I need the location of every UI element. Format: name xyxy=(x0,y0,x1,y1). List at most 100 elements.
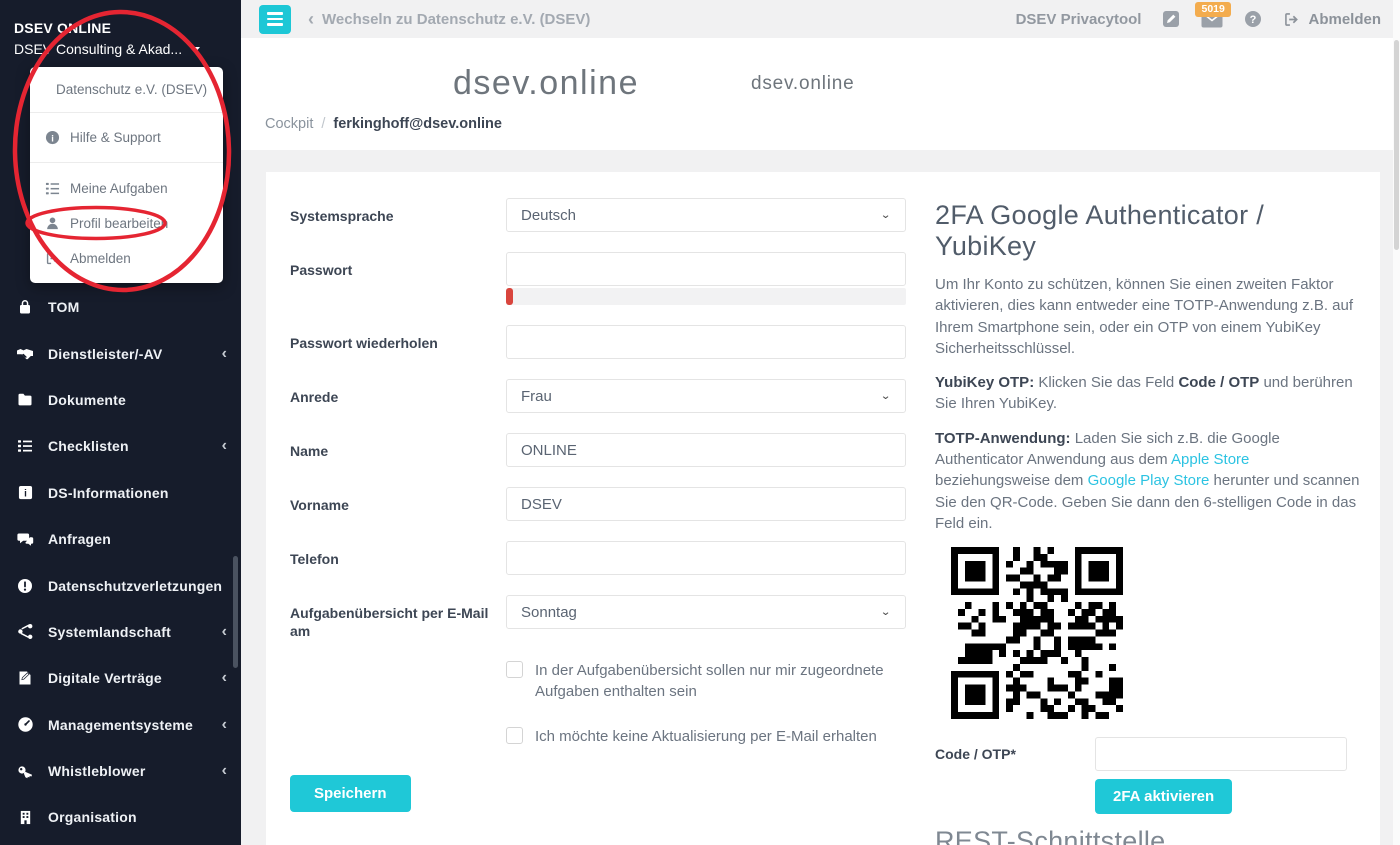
otp-input[interactable] xyxy=(1095,737,1347,771)
dropdown-item-hilfe-support[interactable]: i Hilfe & Support xyxy=(30,113,223,163)
otp-label: Code / OTP* xyxy=(935,746,1095,762)
sidebar-item-organisation[interactable]: Organisation xyxy=(0,794,241,840)
twofa-totp-paragraph: TOTP-Anwendung: Laden Sie sich z.B. die … xyxy=(935,428,1365,534)
hamburger-menu-button[interactable] xyxy=(259,5,291,34)
org-title: DSEV ONLINE xyxy=(14,20,227,36)
twofa-title: 2FA Google Authenticator / YubiKey xyxy=(935,200,1365,262)
profile-form: Systemsprache Deutsch ⌄ Passwort xyxy=(290,198,912,812)
sidebar-scrollbar-thumb[interactable] xyxy=(233,556,238,668)
checkbox-keine-aktualisierung[interactable] xyxy=(506,727,523,744)
edit-pencil-icon[interactable] xyxy=(1162,10,1180,28)
sidebar-item-dienstleister-av[interactable]: Dienstleister/-AV ‹ xyxy=(0,330,241,376)
aufgabenuebersicht-value: Sonntag xyxy=(521,604,577,621)
notification-badge: 5019 xyxy=(1195,2,1230,18)
save-button[interactable]: Speichern xyxy=(290,775,411,812)
logout-button[interactable]: Abmelden xyxy=(1283,11,1381,28)
sidebar-item-label: Dienstleister/-AV xyxy=(48,346,208,362)
svg-text:i: i xyxy=(24,489,27,500)
sidebar: DSEV ONLINE DSEV Consulting & Akad... Da… xyxy=(0,0,241,845)
vorname-input[interactable] xyxy=(506,487,906,521)
sidebar-item-digitale-vertraege[interactable]: Digitale Verträge ‹ xyxy=(0,655,241,701)
dropdown-item-meine-aufgaben[interactable]: Meine Aufgaben xyxy=(30,171,223,206)
chevron-down-icon: ⌄ xyxy=(880,209,891,222)
logout-label: Abmelden xyxy=(1308,11,1381,28)
systemsprache-select[interactable]: Deutsch ⌄ xyxy=(506,198,906,232)
profile-card: Systemsprache Deutsch ⌄ Passwort xyxy=(266,172,1380,845)
sidebar-item-tom[interactable]: TOM xyxy=(0,284,241,330)
logout-icon xyxy=(44,251,60,267)
checkbox-label: Ich möchte keine Aktualisierung per E-Ma… xyxy=(535,726,877,747)
checkbox-label: In der Aufgabenübersicht sollen nur mir … xyxy=(535,660,906,702)
breadcrumb-cockpit[interactable]: Cockpit xyxy=(265,116,313,132)
dropdown-item-profil-bearbeiten[interactable]: Profil bearbeiten xyxy=(30,206,223,241)
sidebar-item-label: TOM xyxy=(48,299,227,315)
systemsprache-value: Deutsch xyxy=(521,207,576,224)
sidebar-item-label: Anfragen xyxy=(48,531,227,547)
aufgabenuebersicht-select[interactable]: Sonntag ⌄ xyxy=(506,595,906,629)
task-list-icon xyxy=(44,181,60,197)
sidebar-item-managementsysteme[interactable]: Managementsysteme ‹ xyxy=(0,702,241,748)
sidebar-item-dokumente[interactable]: Dokumente xyxy=(0,377,241,423)
field-label-aufgabenuebersicht: Aufgabenübersicht per E-Mail am xyxy=(290,595,506,640)
org-subtitle: DSEV Consulting & Akad... xyxy=(14,41,182,57)
google-play-store-link[interactable]: Google Play Store xyxy=(1088,472,1210,489)
sidebar-item-checklisten[interactable]: Checklisten ‹ xyxy=(0,423,241,469)
dropdown-item-label: Abmelden xyxy=(70,251,131,266)
chevron-down-icon xyxy=(190,47,200,53)
sidebar-item-ds-informationen[interactable]: i DS-Informationen xyxy=(0,470,241,516)
content-area: Systemsprache Deutsch ⌄ Passwort xyxy=(241,150,1400,845)
dropdown-item-label: Meine Aufgaben xyxy=(70,181,168,196)
dropdown-item-datenschutz[interactable]: Datenschutz e.V. (DSEV) xyxy=(30,67,223,113)
dropdown-item-label: Hilfe & Support xyxy=(70,130,161,145)
sidebar-item-label: Organisation xyxy=(48,809,227,825)
password-strength-fill xyxy=(506,288,513,305)
gauge-icon xyxy=(16,716,34,734)
name-input[interactable] xyxy=(506,433,906,467)
topbar: ‹ Wechseln zu Datenschutz e.V. (DSEV) DS… xyxy=(241,0,1393,38)
folder-icon xyxy=(16,391,34,409)
help-question-icon[interactable]: ? xyxy=(1244,10,1262,28)
handshake-icon xyxy=(16,345,34,363)
field-label-systemsprache: Systemsprache xyxy=(290,198,506,225)
page-scrollbar-thumb[interactable] xyxy=(1394,40,1399,250)
sidebar-item-label: Systemlandschaft xyxy=(48,624,208,640)
chevron-down-icon: ⌄ xyxy=(880,390,891,403)
checkbox-nur-mir-zugeordnete[interactable] xyxy=(506,661,523,678)
alert-circle-icon xyxy=(16,577,34,595)
contract-pen-icon xyxy=(16,669,34,687)
field-label-passwort: Passwort xyxy=(290,252,506,279)
passwort-input[interactable] xyxy=(506,252,906,286)
dropdown-item-abmelden[interactable]: Abmelden xyxy=(30,241,223,276)
apple-store-link[interactable]: Apple Store xyxy=(1171,451,1249,468)
building-icon xyxy=(16,808,34,826)
dsev-logo-large: dsev.online xyxy=(453,64,639,103)
field-label-anrede: Anrede xyxy=(290,379,506,406)
messages-envelope-icon[interactable]: 5019 xyxy=(1201,11,1223,28)
logo-band: dsev.online dsev.online Cockpit / ferkin… xyxy=(241,38,1400,150)
sidebar-item-whistleblower[interactable]: Whistleblower ‹ xyxy=(0,748,241,794)
dropdown-item-label: Datenschutz e.V. (DSEV) xyxy=(56,82,207,97)
sidebar-item-label: Whistleblower xyxy=(48,763,208,779)
network-icon xyxy=(16,623,34,641)
activate-2fa-button[interactable]: 2FA aktivieren xyxy=(1095,779,1232,814)
key-icon xyxy=(16,762,34,780)
page-scrollbar[interactable] xyxy=(1393,0,1400,845)
sidebar-item-datenschutzverletzungen[interactable]: Datenschutzverletzungen xyxy=(0,562,241,608)
org-switcher[interactable]: DSEV ONLINE DSEV Consulting & Akad... xyxy=(0,0,241,57)
telefon-input[interactable] xyxy=(506,541,906,575)
field-label-vorname: Vorname xyxy=(290,487,506,514)
sidebar-item-label: Datenschutzverletzungen xyxy=(48,578,227,594)
svg-text:?: ? xyxy=(1250,14,1257,26)
sidebar-item-systemlandschaft[interactable]: Systemlandschaft ‹ xyxy=(0,609,241,655)
sidebar-item-label: DS-Informationen xyxy=(48,485,227,501)
sidebar-item-anfragen[interactable]: Anfragen xyxy=(0,516,241,562)
passwort-wiederholen-input[interactable] xyxy=(506,325,906,359)
switch-org-link[interactable]: ‹ Wechseln zu Datenschutz e.V. (DSEV) xyxy=(308,10,590,28)
breadcrumb-current-user: ferkinghoff@dsev.online xyxy=(333,116,502,132)
sidebar-item-label: Digitale Verträge xyxy=(48,670,208,686)
twofa-intro: Um Ihr Konto zu schützen, können Sie ein… xyxy=(935,274,1365,359)
qr-code xyxy=(951,547,1123,719)
chevron-left-icon: ‹ xyxy=(222,624,227,640)
dsev-logo-small: dsev.online xyxy=(751,73,855,95)
anrede-select[interactable]: Frau ⌄ xyxy=(506,379,906,413)
